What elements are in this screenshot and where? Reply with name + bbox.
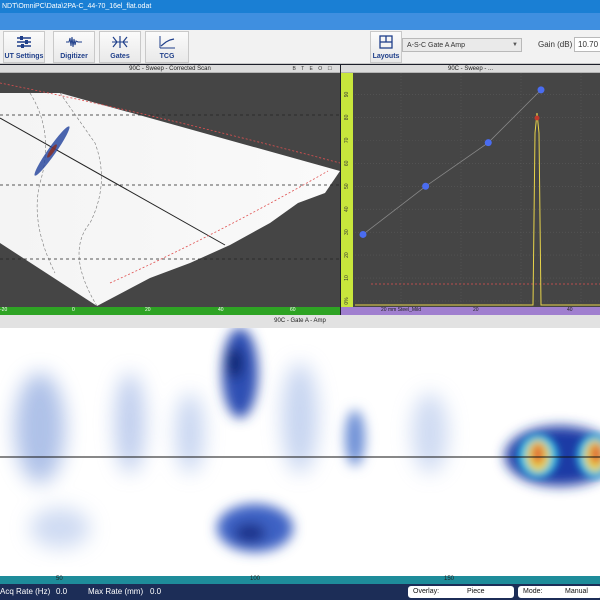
ascan-ytick: 40 [344, 206, 350, 212]
peak-marker [534, 115, 540, 121]
mode-label: Mode: [523, 588, 543, 595]
ascan-ytick: 70 [344, 137, 350, 143]
layout-grid-icon [379, 35, 393, 49]
ascan-ytick: 80 [344, 114, 350, 120]
sscan-tick: 20 [145, 307, 151, 313]
sscan-view[interactable] [0, 73, 340, 307]
tcg-button[interactable]: TCG [145, 31, 189, 63]
acq-rate-value: 0.0 [56, 587, 68, 596]
sscan-tick: 0 [72, 307, 75, 313]
ut-settings-label: UT Settings [4, 53, 44, 60]
sscan-tick: 60 [290, 307, 296, 313]
tcg-point[interactable] [359, 230, 367, 238]
tcg-point[interactable] [484, 139, 492, 147]
mode-value: Manual [565, 588, 588, 595]
cscan-header: 90C - Gate A - Amp [0, 315, 600, 328]
ascan-ruler-label: 20 mm Steel_Mild [381, 307, 422, 313]
ascan-ytick: 90 [344, 91, 350, 97]
cscan-view[interactable] [0, 328, 600, 576]
cscan-tick: 50 [56, 576, 63, 582]
ascan-chart: 0% 10 20 30 40 50 60 70 80 90 [341, 73, 600, 307]
acq-rate-label: Acq Rate (Hz) [0, 587, 51, 596]
gates-icon [112, 36, 128, 48]
ascan-ytick: 20 [344, 252, 350, 258]
gain-label: Gain (dB) [538, 40, 573, 49]
overlay-selector[interactable]: Overlay: Piece [408, 586, 514, 598]
gates-label: Gates [110, 53, 130, 60]
ascan-ruler: 20 mm Steel_Mild 20 40 [341, 307, 600, 315]
tcg-curve-icon [159, 36, 175, 49]
window-title: NDT\OmniPC\Data\2PA-C_44-70_16el_flat.od… [0, 0, 600, 13]
ascan-ytick: 0% [344, 297, 350, 305]
ascan-title: 90C - Sweep - ... [447, 66, 494, 72]
digitizer-button[interactable]: Digitizer [53, 31, 95, 63]
cscan-image [0, 328, 600, 576]
ascan-ytick: 50 [344, 183, 350, 189]
ascan-tick: 20 [473, 307, 479, 313]
ascan-view[interactable]: 0% 10 20 30 40 50 60 70 80 90 [341, 73, 600, 307]
overlay-label: Overlay: [413, 588, 440, 595]
ribbon-strip [0, 13, 600, 30]
mode-selector[interactable]: Mode: Manual [518, 586, 600, 598]
sscan-header: 90C - Sweep - Corrected Scan B T E O ☐ [0, 65, 340, 73]
view-select[interactable]: A-S-C Gate A Amp ▼ [402, 38, 522, 52]
sliders-icon [17, 36, 31, 48]
tcg-point[interactable] [422, 182, 430, 190]
sscan-tick: -20 [0, 307, 8, 313]
sscan-ruler: -20 0 20 40 60 [0, 307, 340, 315]
ascan-header: 90C - Sweep - ... [341, 65, 600, 73]
digitizer-label: Digitizer [60, 53, 88, 60]
gain-input[interactable]: 10.70 [574, 37, 600, 52]
gates-button[interactable]: Gates [99, 31, 141, 63]
tcg-curve [362, 89, 542, 235]
ascan-ytick: 10 [344, 275, 350, 281]
tcg-label: TCG [159, 53, 175, 60]
overlay-value: Piece [467, 588, 485, 595]
cscan-title: 90C - Gate A - Amp [274, 318, 326, 324]
max-rate-label: Max Rate (mm) [88, 587, 144, 596]
sscan-image [0, 82, 340, 307]
sscan-view-icons[interactable]: B T E O ☐ [293, 65, 334, 73]
sscan-title: 90C - Sweep - Corrected Scan [129, 66, 211, 72]
max-rate-value: 0.0 [150, 587, 162, 596]
view-select-value: A-S-C Gate A Amp [407, 42, 465, 49]
ascan-ytick: 60 [344, 160, 350, 166]
cscan-tick: 150 [444, 576, 455, 582]
cscan-ruler: 50 100 150 [0, 576, 600, 584]
layouts-label: Layouts [372, 53, 400, 60]
chevron-down-icon: ▼ [512, 42, 518, 48]
ut-settings-button[interactable]: UT Settings [3, 31, 45, 63]
status-bar: Acq Rate (Hz) 0.0 Max Rate (mm) 0.0 Over… [0, 584, 600, 600]
sscan-wedge [0, 93, 340, 306]
ascan-ytick: 30 [344, 229, 350, 235]
waveform-icon [66, 36, 82, 48]
cscan-tick: 100 [250, 576, 261, 582]
ascan-tick: 40 [567, 307, 573, 313]
tcg-point[interactable] [537, 86, 545, 94]
layouts-button[interactable]: Layouts [370, 31, 402, 63]
sscan-tick: 40 [218, 307, 224, 313]
